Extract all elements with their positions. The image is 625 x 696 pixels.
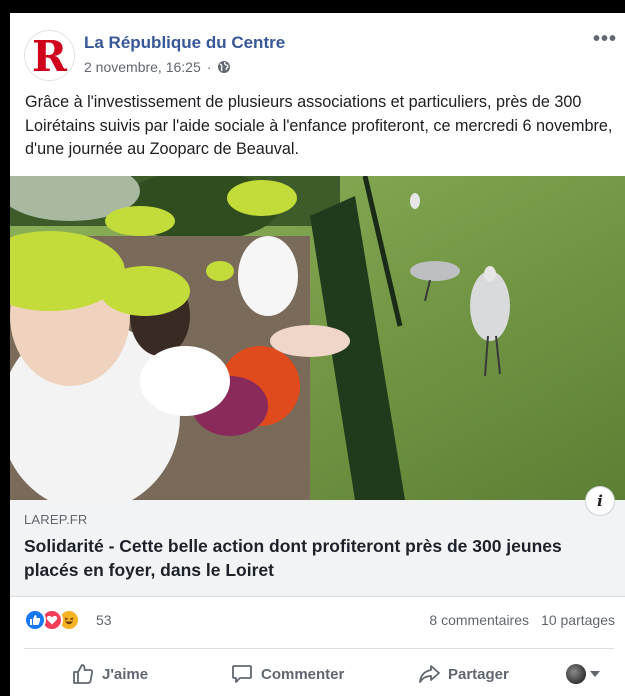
actions-divider [24,648,614,649]
post-meta: 2 novembre, 16:25 · [84,59,231,75]
share-label: Partager [448,665,509,683]
like-reaction-icon [24,609,46,631]
share-arrow-icon [419,665,440,683]
reaction-count[interactable]: 53 [96,612,112,628]
globe-icon[interactable] [217,60,231,74]
post-photo[interactable] [10,176,625,500]
like-button[interactable]: J'aime [72,660,148,688]
page-avatar[interactable]: R [24,30,75,81]
chevron-down-icon [590,671,600,677]
page-avatar-letter: R [32,31,67,81]
zoo-photo-illustration [10,176,625,500]
comment-button[interactable]: Commenter [231,660,344,688]
link-preview[interactable]: i LAREP.FR Solidarité - Cette belle acti… [10,486,625,597]
comment-label: Commenter [261,665,345,683]
meta-separator: · [206,59,212,75]
share-button[interactable]: Partager [418,660,509,688]
page-name-link[interactable]: La République du Centre [84,33,285,53]
like-label: J'aime [102,665,149,683]
post-text: Grâce à l'investissement de plusieurs as… [25,93,613,158]
post-card: R La République du Centre 2 novembre, 16… [10,13,625,696]
link-headline[interactable]: Solidarité - Cette belle action dont pro… [24,534,604,582]
info-icon[interactable]: i [585,486,615,516]
action-bar: J'aime Commenter Partager [10,653,625,696]
comment-bubble-icon [232,665,252,683]
shares-count-link[interactable]: 10 partages [541,612,615,628]
link-domain: LAREP.FR [24,512,88,527]
user-avatar [566,664,586,684]
thumbs-up-icon [73,664,93,684]
post-timestamp[interactable]: 2 novembre, 16:25 [84,59,201,75]
comments-count-link[interactable]: 8 commentaires [429,612,529,628]
reactions-row: 53 8 commentaires 10 partages [10,609,625,635]
reaction-identity-picker[interactable] [566,660,600,688]
post-header: R La République du Centre 2 novembre, 16… [10,13,625,93]
more-options-icon[interactable]: ••• [593,29,617,49]
